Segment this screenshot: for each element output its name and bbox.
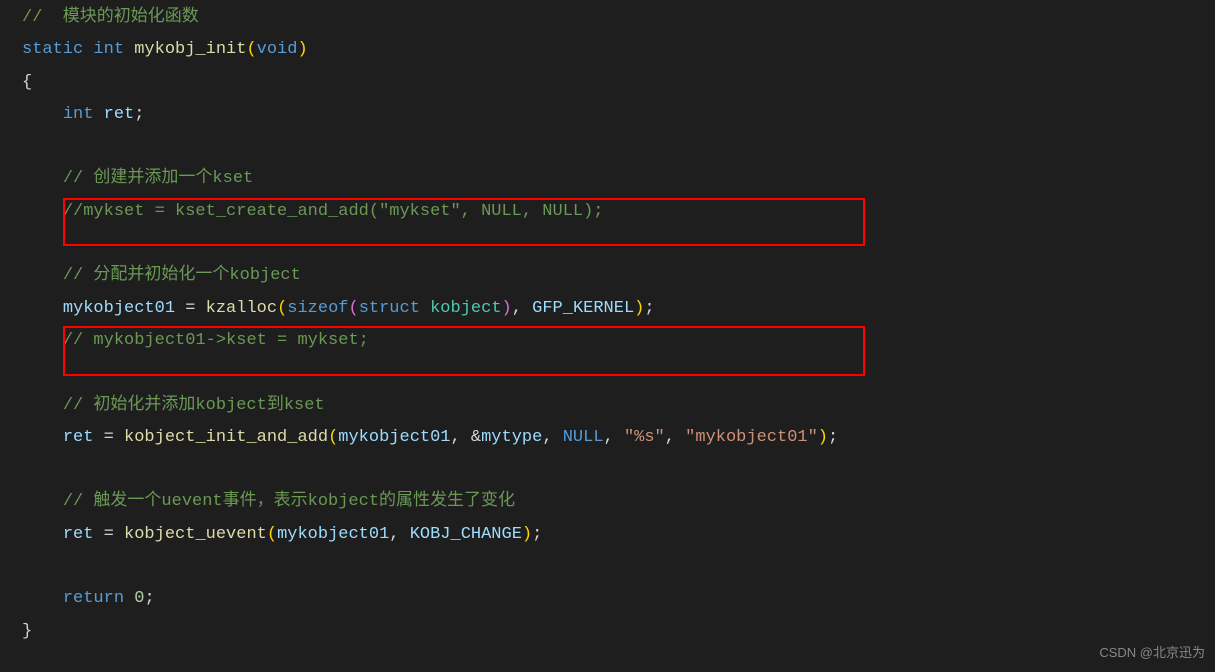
comma: , [512, 299, 522, 318]
code-editor-view: // 模块的初始化函数 static int mykobj_init(void)… [0, 0, 1215, 648]
var-ret: ret [63, 525, 94, 544]
semicolon: ; [144, 589, 154, 608]
paren: ( [277, 299, 287, 318]
paren: ) [502, 299, 512, 318]
semicolon: ; [134, 105, 144, 124]
func-kobject-init: kobject_init_and_add [124, 428, 328, 447]
code-line: static int mykobj_init(void) [0, 34, 1215, 66]
comma: , [389, 525, 399, 544]
paren: ( [267, 525, 277, 544]
code-line-empty [0, 454, 1215, 486]
paren: ( [348, 299, 358, 318]
code-line: // mykobject01->kset = mykset; [0, 325, 1215, 357]
comma: , [604, 428, 614, 447]
equals: = [104, 525, 114, 544]
code-line: int ret; [0, 99, 1215, 131]
number-zero: 0 [134, 589, 144, 608]
equals: = [104, 428, 114, 447]
code-line: // 初始化并添加kobject到kset [0, 390, 1215, 422]
code-line: } [0, 616, 1215, 648]
keyword-return: return [63, 589, 124, 608]
function-name: mykobj_init [134, 40, 246, 59]
paren: ( [246, 40, 256, 59]
comment-text: //mykset = kset_create_and_add("mykset",… [63, 202, 604, 221]
gfp-kernel: GFP_KERNEL [532, 299, 634, 318]
code-line-empty [0, 551, 1215, 583]
code-line: //mykset = kset_create_and_add("mykset",… [0, 196, 1215, 228]
close-brace: } [22, 622, 32, 641]
arg: mytype [481, 428, 542, 447]
comment-text: // 模块的初始化函数 [22, 8, 199, 27]
comment-text: // 创建并添加一个kset [63, 169, 253, 188]
string-fmt: "%s" [624, 428, 665, 447]
code-line: // 触发一个uevent事件，表示kobject的属性发生了变化 [0, 486, 1215, 518]
var-ret: ret [104, 105, 135, 124]
null: NULL [563, 428, 604, 447]
var-ret: ret [63, 428, 94, 447]
code-line: // 创建并添加一个kset [0, 163, 1215, 195]
open-brace: { [22, 73, 32, 92]
arg: mykobject01 [277, 525, 389, 544]
code-line: mykobject01 = kzalloc(sizeof(struct kobj… [0, 293, 1215, 325]
sizeof: sizeof [287, 299, 348, 318]
func-kobject-uevent: kobject_uevent [124, 525, 267, 544]
keyword-static: static [22, 40, 83, 59]
code-line-empty [0, 131, 1215, 163]
func-kzalloc: kzalloc [206, 299, 277, 318]
comment-text: // 初始化并添加kobject到kset [63, 396, 325, 415]
semicolon: ; [644, 299, 654, 318]
var-mykobject01: mykobject01 [63, 299, 175, 318]
comma: , [451, 428, 461, 447]
equals: = [185, 299, 195, 318]
code-line: { [0, 67, 1215, 99]
keyword-void: void [257, 40, 298, 59]
comma: , [665, 428, 675, 447]
kobject: kobject [430, 299, 501, 318]
struct: struct [359, 299, 420, 318]
comment-text: // mykobject01->kset = mykset; [63, 331, 369, 350]
semicolon: ; [828, 428, 838, 447]
type-int: int [63, 105, 94, 124]
watermark-text: CSDN @北京迅为 [1099, 641, 1205, 666]
code-line-empty [0, 228, 1215, 260]
type-int: int [93, 40, 124, 59]
paren: ) [634, 299, 644, 318]
comment-text: // 分配并初始化一个kobject [63, 266, 301, 285]
string-name: "mykobject01" [685, 428, 818, 447]
code-line: ret = kobject_uevent(mykobject01, KOBJ_C… [0, 519, 1215, 551]
paren: ) [297, 40, 307, 59]
paren: ) [522, 525, 532, 544]
arg: mykobject01 [338, 428, 450, 447]
paren: ( [328, 428, 338, 447]
paren: ) [818, 428, 828, 447]
amp: & [471, 428, 481, 447]
arg: KOBJ_CHANGE [410, 525, 522, 544]
code-line: // 模块的初始化函数 [0, 2, 1215, 34]
comment-text: // 触发一个uevent事件，表示kobject的属性发生了变化 [63, 492, 515, 511]
code-line-empty [0, 357, 1215, 389]
semicolon: ; [532, 525, 542, 544]
code-line: // 分配并初始化一个kobject [0, 260, 1215, 292]
comma: , [542, 428, 552, 447]
code-line: ret = kobject_init_and_add(mykobject01, … [0, 422, 1215, 454]
code-line: return 0; [0, 583, 1215, 615]
